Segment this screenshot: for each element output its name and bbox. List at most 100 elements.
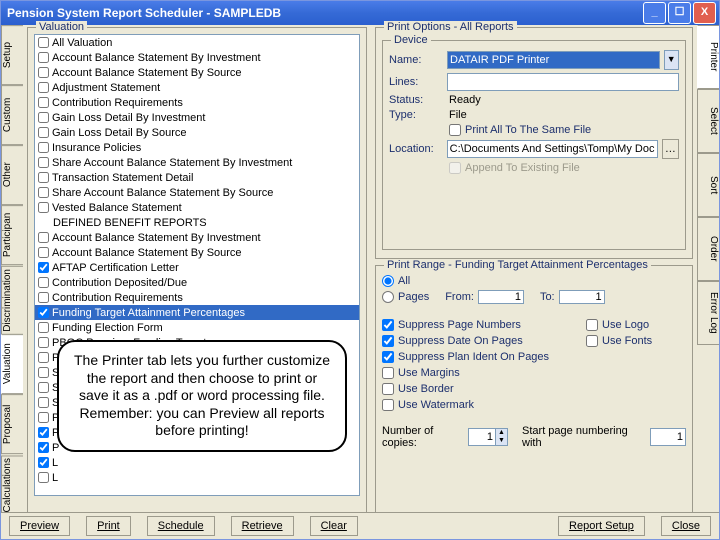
rvtab-sort[interactable]: Sort xyxy=(697,153,719,217)
list-item-checkbox[interactable] xyxy=(38,187,49,198)
chk-same-file[interactable] xyxy=(449,124,461,136)
list-item[interactable]: Account Balance Statement By Investment xyxy=(35,230,359,245)
list-item-checkbox[interactable] xyxy=(38,292,49,303)
list-item-checkbox[interactable] xyxy=(38,442,49,453)
vtab-setup[interactable]: Setup xyxy=(1,25,23,85)
report-setup-button[interactable]: Report Setup xyxy=(558,516,645,536)
list-item[interactable]: Contribution Deposited/Due xyxy=(35,275,359,290)
minimize-button[interactable]: _ xyxy=(643,2,666,24)
list-item-checkbox[interactable] xyxy=(38,232,49,243)
list-item-label: Account Balance Statement By Source xyxy=(52,247,242,259)
copies-up[interactable]: ▲ xyxy=(495,429,507,437)
list-item-checkbox[interactable] xyxy=(38,112,49,123)
from-input[interactable] xyxy=(478,290,524,304)
copies-input[interactable] xyxy=(469,430,495,444)
option-checkbox[interactable] xyxy=(382,367,394,379)
list-item[interactable]: Gain Loss Detail By Source xyxy=(35,125,359,140)
list-item[interactable]: Account Balance Statement By Investment xyxy=(35,50,359,65)
option-checkbox[interactable] xyxy=(586,319,598,331)
list-item-checkbox[interactable] xyxy=(38,127,49,138)
maximize-button[interactable]: ☐ xyxy=(668,2,691,24)
list-item-checkbox[interactable] xyxy=(38,427,49,438)
rvtab-select[interactable]: Select xyxy=(697,89,719,153)
rvtab-printer[interactable]: Printer xyxy=(697,25,719,89)
option-checkbox[interactable] xyxy=(382,351,394,363)
list-item-checkbox[interactable] xyxy=(38,97,49,108)
close-button[interactable]: Close xyxy=(661,516,711,536)
list-item-checkbox[interactable] xyxy=(38,307,49,318)
list-item[interactable]: All Valuation xyxy=(35,35,359,50)
list-item-checkbox[interactable] xyxy=(38,247,49,258)
lines-input[interactable] xyxy=(447,73,679,91)
list-item-checkbox[interactable] xyxy=(38,52,49,63)
list-item[interactable]: Contribution Requirements xyxy=(35,95,359,110)
list-item[interactable]: Transaction Statement Detail xyxy=(35,170,359,185)
retrieve-button[interactable]: Retrieve xyxy=(231,516,294,536)
vtab-participan[interactable]: Participan xyxy=(1,205,23,265)
vtab-calculations[interactable]: Calculations xyxy=(1,455,23,515)
list-item-checkbox[interactable] xyxy=(38,262,49,273)
list-item[interactable]: Gain Loss Detail By Investment xyxy=(35,110,359,125)
list-item[interactable]: Account Balance Statement By Source xyxy=(35,245,359,260)
list-item-checkbox[interactable] xyxy=(38,277,49,288)
list-item-checkbox[interactable] xyxy=(38,382,49,393)
list-item-checkbox[interactable] xyxy=(38,157,49,168)
list-item[interactable]: Insurance Policies xyxy=(35,140,359,155)
option-checkbox[interactable] xyxy=(382,383,394,395)
to-input[interactable] xyxy=(559,290,605,304)
startpg-input[interactable] xyxy=(650,428,686,446)
list-item-checkbox[interactable] xyxy=(38,397,49,408)
location-browse-button[interactable]: … xyxy=(662,139,679,159)
list-item-checkbox[interactable] xyxy=(38,322,49,333)
list-item-checkbox[interactable] xyxy=(38,172,49,183)
list-item[interactable]: Funding Election Form xyxy=(35,320,359,335)
list-item[interactable]: L xyxy=(35,470,359,485)
preview-button[interactable]: Preview xyxy=(9,516,70,536)
list-item-checkbox[interactable] xyxy=(38,352,49,363)
option-label: Suppress Date On Pages xyxy=(398,335,523,347)
vtab-valuation[interactable]: Valuation xyxy=(1,334,23,394)
print-button[interactable]: Print xyxy=(86,516,131,536)
option-checkbox[interactable] xyxy=(586,335,598,347)
vtab-discrimination[interactable]: Discrimination xyxy=(1,266,23,335)
list-item-checkbox[interactable] xyxy=(38,67,49,78)
rvtab-order[interactable]: Order xyxy=(697,217,719,281)
clear-button[interactable]: Clear xyxy=(310,516,358,536)
list-item[interactable]: Adjustment Statement xyxy=(35,80,359,95)
list-item[interactable]: AFTAP Certification Letter xyxy=(35,260,359,275)
list-item-checkbox[interactable] xyxy=(38,142,49,153)
list-item-checkbox[interactable] xyxy=(38,37,49,48)
list-item[interactable]: Contribution Requirements xyxy=(35,290,359,305)
list-item[interactable]: Share Account Balance Statement By Inves… xyxy=(35,155,359,170)
option-checkbox[interactable] xyxy=(382,319,394,331)
list-item-checkbox[interactable] xyxy=(38,457,49,468)
close-button[interactable]: X xyxy=(693,2,716,24)
list-item[interactable]: Share Account Balance Statement By Sourc… xyxy=(35,185,359,200)
vtab-other[interactable]: Other xyxy=(1,145,23,205)
printer-name-select[interactable] xyxy=(447,51,659,69)
vtab-custom[interactable]: Custom xyxy=(1,85,23,145)
option-checkbox[interactable] xyxy=(382,399,394,411)
copies-spinner[interactable]: ▲▼ xyxy=(468,428,508,446)
radio-all[interactable] xyxy=(382,275,394,287)
list-item[interactable]: Vested Balance Statement xyxy=(35,200,359,215)
vtab-proposal[interactable]: Proposal xyxy=(1,394,23,454)
list-item-checkbox[interactable] xyxy=(38,472,49,483)
list-item-checkbox[interactable] xyxy=(38,337,49,348)
list-item[interactable]: Account Balance Statement By Source xyxy=(35,65,359,80)
printer-name-dropdown[interactable]: ▼ xyxy=(664,50,680,70)
location-input[interactable] xyxy=(447,140,658,158)
list-item-checkbox[interactable] xyxy=(38,82,49,93)
radio-pages[interactable] xyxy=(382,291,394,303)
list-item-checkbox[interactable] xyxy=(38,367,49,378)
footer-toolbar: Preview Print Schedule Retrieve Clear Report … xyxy=(1,512,719,539)
option-checkbox[interactable] xyxy=(382,335,394,347)
list-item[interactable]: L xyxy=(35,455,359,470)
rvtab-error-log[interactable]: Error Log xyxy=(697,281,719,345)
list-item[interactable]: DEFINED BENEFIT REPORTS xyxy=(35,215,359,230)
list-item[interactable]: Funding Target Attainment Percentages xyxy=(35,305,359,320)
copies-down[interactable]: ▼ xyxy=(495,437,507,445)
list-item-checkbox[interactable] xyxy=(38,412,49,423)
schedule-button[interactable]: Schedule xyxy=(147,516,215,536)
list-item-checkbox[interactable] xyxy=(38,202,49,213)
